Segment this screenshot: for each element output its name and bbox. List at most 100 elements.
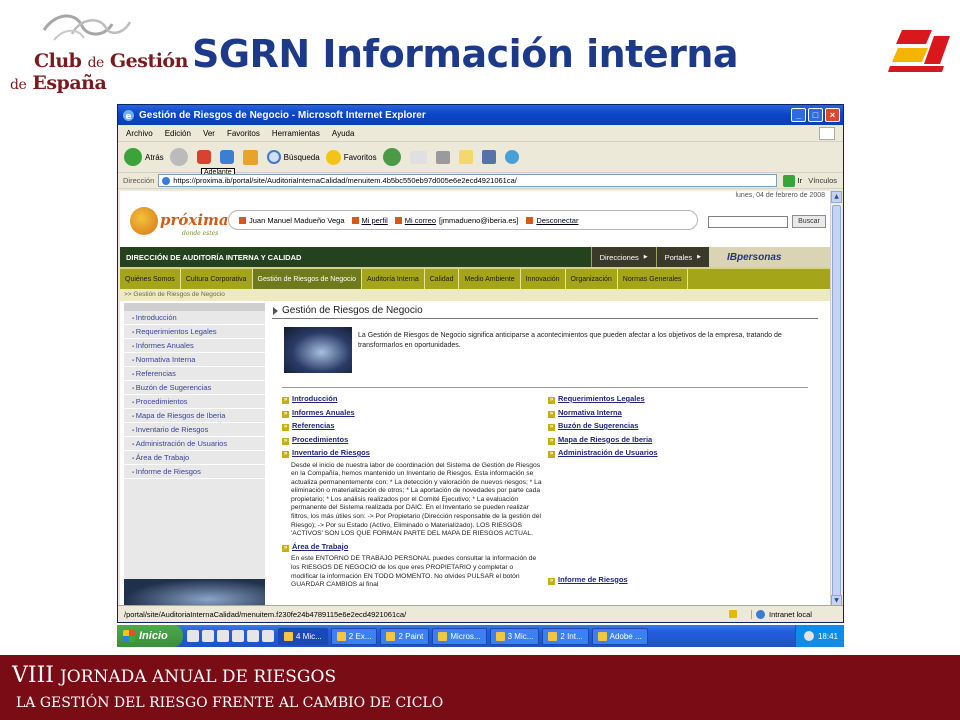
quick-launch-powerpoint-icon[interactable] — [262, 630, 274, 642]
menu-edicion[interactable]: Edición — [165, 129, 191, 138]
history-button[interactable] — [382, 148, 404, 166]
refresh-button[interactable] — [219, 150, 237, 164]
sidebar-item-mapa[interactable]: Mapa de Riesgos de Iberia — [124, 409, 265, 423]
taskbar-button-paint[interactable]: 2 Paint — [380, 627, 430, 645]
portal-search-button[interactable]: Buscar — [792, 215, 826, 228]
taskbar-button-adobe[interactable]: Adobe ... — [591, 627, 648, 645]
mail-address: [jmmadueno@iberia.es] — [439, 215, 519, 225]
left-link-column: Introducción Informes Anuales Referencia… — [282, 394, 542, 593]
mail-button[interactable] — [409, 150, 430, 164]
scroll-up-icon[interactable]: ▲ — [831, 191, 842, 203]
proxima-logo[interactable]: próxima donde estes — [130, 205, 229, 241]
department-bar: DIRECCIÓN DE AUDITORÍA INTERNA Y CALIDAD… — [120, 247, 831, 267]
close-button[interactable]: × — [825, 108, 840, 122]
security-zone: Intranet local — [751, 609, 843, 619]
favorites-button[interactable]: Favoritos — [325, 149, 377, 165]
sidebar-item-buzon[interactable]: Buzón de Sugerencias — [124, 381, 265, 395]
user-icon — [239, 216, 246, 224]
menu-direcciones[interactable]: Direcciones — [590, 247, 656, 267]
vertical-scrollbar[interactable]: ▲ ▼ — [830, 191, 842, 607]
stop-button[interactable] — [196, 150, 214, 164]
home-button[interactable] — [242, 149, 261, 165]
sidebar-item-administracion[interactable]: Administración de Usuarios — [124, 437, 265, 451]
my-mail-link[interactable]: Mi correo — [405, 216, 436, 225]
sidebar-item-normativa[interactable]: Normativa Interna — [124, 353, 265, 367]
tab-innovacion[interactable]: Innovación — [521, 269, 566, 289]
menu-portales[interactable]: Portales — [655, 247, 709, 267]
taskbar-button-outlook[interactable]: 3 Mic... — [489, 627, 540, 645]
ibpersonas-link[interactable]: IBpersonas — [709, 247, 831, 267]
tray-network-icon[interactable] — [803, 631, 814, 641]
taskbar-button-explorer[interactable]: 2 Ex... — [330, 627, 378, 645]
sidebar-item-procedimientos[interactable]: Procedimientos — [124, 395, 265, 409]
breadcrumb[interactable]: >> Gestión de Riesgos de Negocio — [120, 289, 831, 301]
main-content: Gestión de Riesgos de Negocio La Gestión… — [272, 303, 818, 588]
sidebar-item-informe-riesgos[interactable]: Informe de Riesgos — [124, 465, 265, 479]
sidebar-item-introduccion[interactable]: Introducción — [124, 311, 265, 325]
link-requerimientos-legales[interactable]: Requerimientos Legales — [548, 394, 808, 408]
search-button[interactable]: Búsqueda — [266, 150, 320, 164]
quick-launch-word-icon[interactable] — [247, 630, 259, 642]
my-profile-link[interactable]: Mi perfil — [362, 216, 388, 225]
sidebar-item-requerimientos[interactable]: Requerimientos Legales — [124, 325, 265, 339]
menu-ver[interactable]: Ver — [203, 129, 215, 138]
sidebar-item-inventario[interactable]: Inventario de Riesgos — [124, 423, 265, 437]
sidebar-item-informes[interactable]: Informes Anuales — [124, 339, 265, 353]
link-inventario-riesgos[interactable]: Inventario de Riesgos — [282, 448, 542, 462]
system-tray: 18:41 — [794, 625, 844, 647]
link-administracion-usuarios[interactable]: Administración de Usuarios — [548, 448, 808, 462]
link-normativa-interna[interactable]: Normativa Interna — [548, 408, 808, 422]
minimize-button[interactable]: _ — [791, 108, 806, 122]
scroll-thumb[interactable] — [832, 205, 841, 597]
tab-organizacion[interactable]: Organización — [566, 269, 618, 289]
back-button[interactable]: Atrás — [124, 148, 164, 166]
link-introduccion[interactable]: Introducción — [282, 394, 542, 408]
link-mapa-riesgos[interactable]: Mapa de Riesgos de Iberia — [548, 435, 808, 449]
link-buzon-sugerencias[interactable]: Buzón de Sugerencias — [548, 421, 808, 435]
taskbar-button-excel[interactable]: Micros... — [432, 627, 487, 645]
taskbar-button-powerpoint[interactable]: 4 Mic... — [278, 627, 328, 645]
tab-auditoria-interna[interactable]: Auditoría Interna — [362, 269, 425, 289]
taskbar-button-ie[interactable]: 2 Int... — [542, 627, 589, 645]
quick-launch-ie-icon[interactable] — [187, 630, 199, 642]
tab-gestion-riesgos[interactable]: Gestión de Riesgos de Negocio — [252, 269, 362, 289]
messenger-button[interactable] — [504, 150, 522, 164]
menu-favoritos[interactable]: Favoritos — [227, 129, 260, 138]
tab-medio-ambiente[interactable]: Medio Ambiente — [459, 269, 521, 289]
portal-search-input[interactable] — [708, 216, 788, 228]
internet-explorer-icon: e — [123, 109, 134, 122]
home-icon — [242, 149, 258, 165]
sidebar-item-area-trabajo[interactable]: Área de Trabajo — [124, 451, 265, 465]
menu-herramientas[interactable]: Herramientas — [272, 129, 320, 138]
link-informes-anuales[interactable]: Informes Anuales — [282, 408, 542, 422]
tab-quienes-somos[interactable]: Quiénes Somos — [120, 269, 181, 289]
start-button[interactable]: Inicio — [117, 625, 183, 647]
disconnect-link[interactable]: Desconectar — [536, 216, 578, 225]
forward-arrow-icon — [169, 148, 188, 166]
address-input[interactable]: https://proxima.ib/portal/site/Auditoria… — [158, 174, 777, 187]
print-button[interactable] — [435, 150, 453, 164]
research-button[interactable] — [481, 150, 499, 164]
forward-button[interactable] — [169, 148, 191, 166]
quick-launch-outlook-icon[interactable] — [232, 630, 244, 642]
address-bar: Dirección https://proxima.ib/portal/site… — [118, 173, 843, 189]
link-procedimientos[interactable]: Procedimientos — [282, 435, 542, 449]
link-referencias[interactable]: Referencias — [282, 421, 542, 435]
edit-button[interactable] — [458, 150, 476, 164]
tab-cultura-corporativa[interactable]: Cultura Corporativa — [181, 269, 253, 289]
quick-launch-excel-icon[interactable] — [217, 630, 229, 642]
menu-archivo[interactable]: Archivo — [126, 129, 153, 138]
links-button[interactable]: Vínculos — [808, 176, 837, 185]
menu-ayuda[interactable]: Ayuda — [332, 129, 355, 138]
quick-launch-desktop-icon[interactable] — [202, 630, 214, 642]
link-area-trabajo[interactable]: Área de Trabajo — [282, 542, 542, 556]
tab-normas-generales[interactable]: Normas Generales — [618, 269, 688, 289]
profile-icon — [351, 216, 359, 224]
go-button[interactable]: Ir — [782, 174, 802, 187]
maximize-button[interactable]: □ — [808, 108, 823, 122]
link-informe-riesgos[interactable]: Informe de Riesgos — [548, 575, 808, 589]
department-title: DIRECCIÓN DE AUDITORÍA INTERNA Y CALIDAD — [126, 252, 302, 262]
sidebar-item-referencias[interactable]: Referencias — [124, 367, 265, 381]
tab-calidad[interactable]: Calidad — [425, 269, 460, 289]
print-icon — [435, 150, 450, 164]
